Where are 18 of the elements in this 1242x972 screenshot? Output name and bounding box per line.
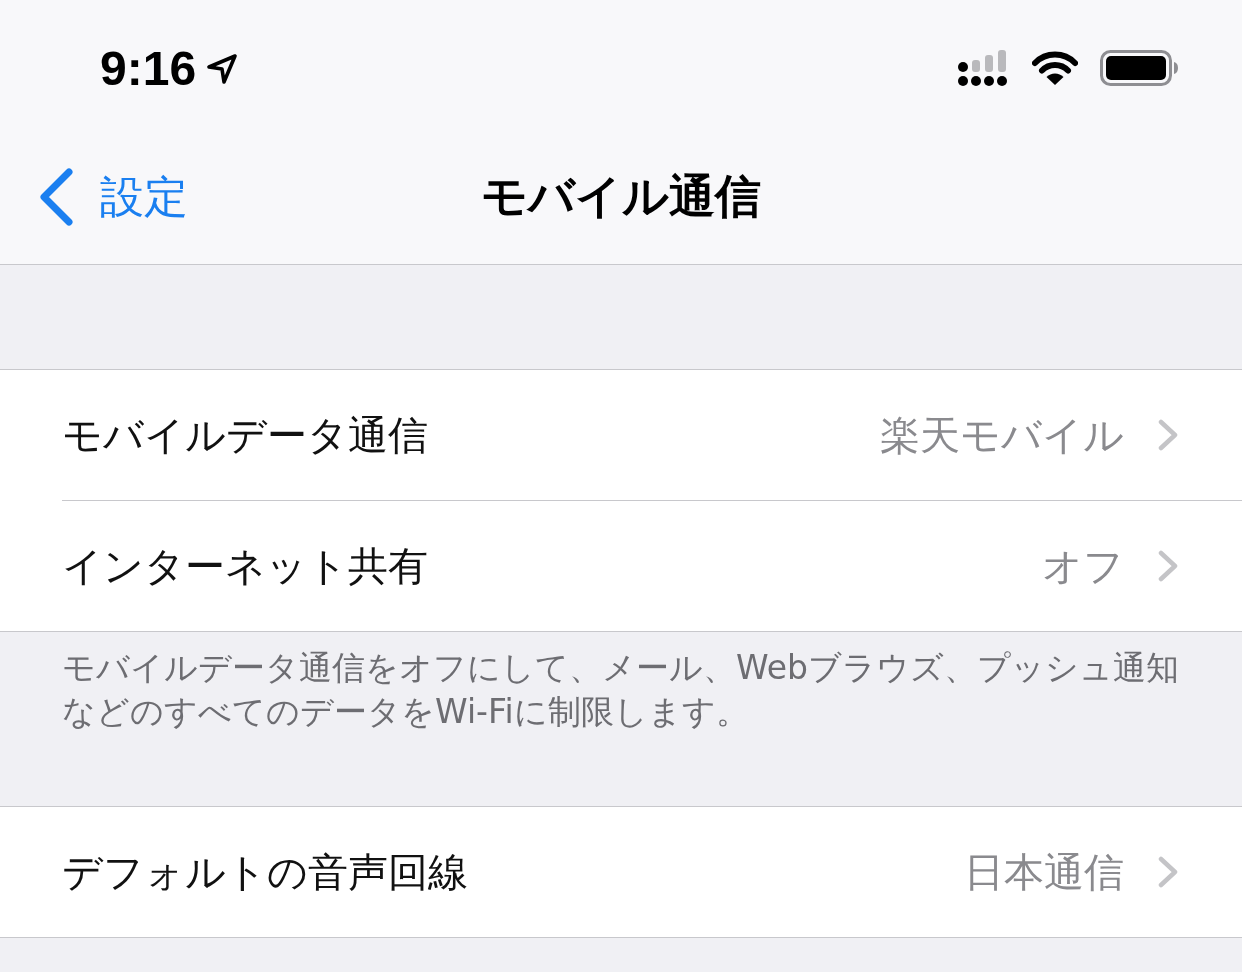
row-value: 日本通信 <box>964 847 1124 897</box>
wifi-icon <box>1032 51 1078 85</box>
status-time: 9:16 <box>100 40 197 96</box>
row-value: オフ <box>1042 541 1124 591</box>
cellular-signal-icon <box>958 50 1010 86</box>
section-footer-text: モバイルデータ通信をオフにして、メール、Webブラウズ、プッシュ通知などのすべてのデータをWi-Fiに制限します。 <box>61 647 1180 733</box>
back-button[interactable]: 設定 <box>38 167 188 227</box>
battery-icon <box>1100 50 1178 86</box>
row-label[interactable]: モバイルデータ通信 <box>62 407 428 463</box>
chevron-right-icon[interactable] <box>1158 856 1178 888</box>
location-arrow-icon <box>206 53 239 85</box>
chevron-left-icon <box>38 168 74 226</box>
row-label[interactable]: インターネット共有 <box>62 538 428 594</box>
chevron-right-icon[interactable] <box>1158 419 1178 451</box>
screen-title: モバイル通信 <box>481 168 761 225</box>
chevron-right-icon[interactable] <box>1158 550 1178 582</box>
row-value: 楽天モバイル <box>880 410 1124 460</box>
row-label[interactable]: デフォルトの音声回線 <box>62 844 468 900</box>
